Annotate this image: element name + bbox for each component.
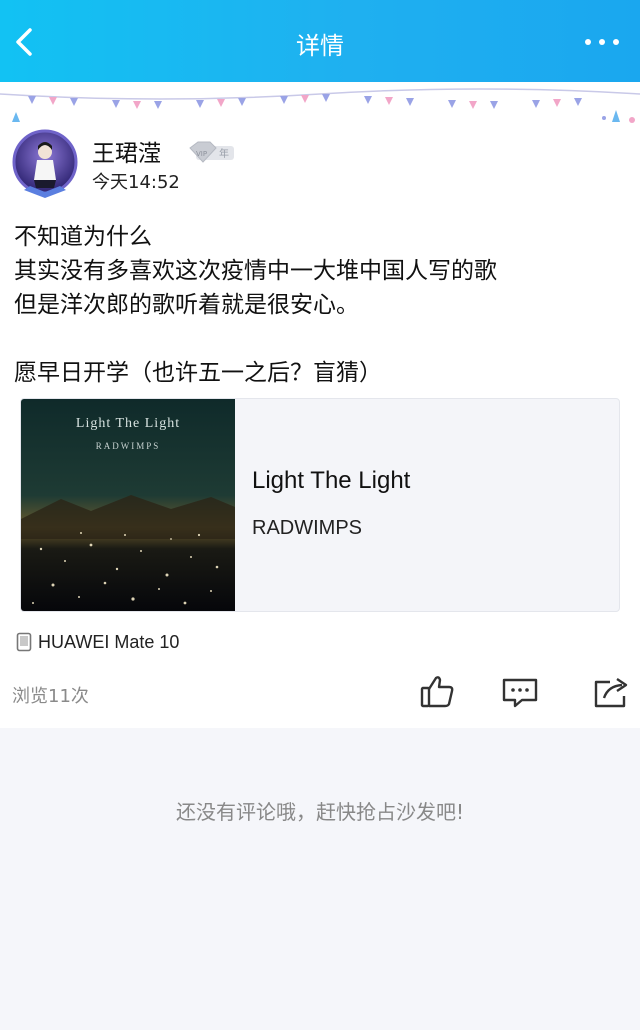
device-info: HUAWEI Mate 10 [16,630,179,654]
device-label: HUAWEI Mate 10 [38,631,180,652]
album-cover-image: Light The Light RADWIMPS [21,399,235,611]
vip-badge-label: 年 [219,147,229,160]
content-line-blank [14,322,497,356]
festive-banner [0,82,640,128]
song-title: Light The Light [252,467,411,494]
author-name[interactable]: 王珺滢 [92,134,161,168]
music-share-card[interactable]: Light The Light RADWIMPS Light The Light… [20,398,620,612]
svg-text:VIP: VIP [196,150,207,158]
content-line: 但是洋次郎的歌听着就是很安心。 [14,292,359,318]
post-content: 不知道为什么 其实没有多喜欢这次疫情中一大堆中国人写的歌 但是洋次郎的歌听着就是… [14,220,497,390]
comment-button[interactable] [500,672,540,712]
diamond-badge-icon: VIP 年 [189,141,234,163]
post-time: 今天14:52 [92,172,180,193]
more-horizontal-icon [585,39,619,45]
more-button[interactable] [582,30,622,54]
content-line: 愿早日开学（也许五一之后？盲猜） [14,360,382,386]
comment-icon [502,678,538,708]
page-title: 详情 [296,32,344,60]
share-icon [594,678,628,708]
bunting-decoration-icon [0,88,640,123]
content-line: 不知道为什么 [14,224,152,250]
like-button[interactable] [418,672,458,712]
phone-icon [16,632,32,652]
avatar-image-icon [12,129,78,198]
content-line: 其实没有多喜欢这次疫情中一大堆中国人写的歌 [14,258,497,284]
view-count: 浏览11次 [12,686,89,707]
thumbs-up-icon [420,676,454,708]
cover-artist: RADWIMPS [96,441,161,451]
vip-badge: VIP 年 [186,140,236,164]
cover-title: Light The Light [76,416,180,431]
header-bar: 详情 [0,0,640,82]
song-artist: RADWIMPS [252,517,362,539]
empty-comments-text: 还没有评论哦，赶快抢占沙发吧! [175,800,465,824]
share-button[interactable] [592,672,632,712]
avatar[interactable] [10,128,80,200]
post-card: 王珺滢 VIP 年 今天14:52 不知道为什么 其实没有多喜欢这次疫情中一大堆… [0,128,640,728]
